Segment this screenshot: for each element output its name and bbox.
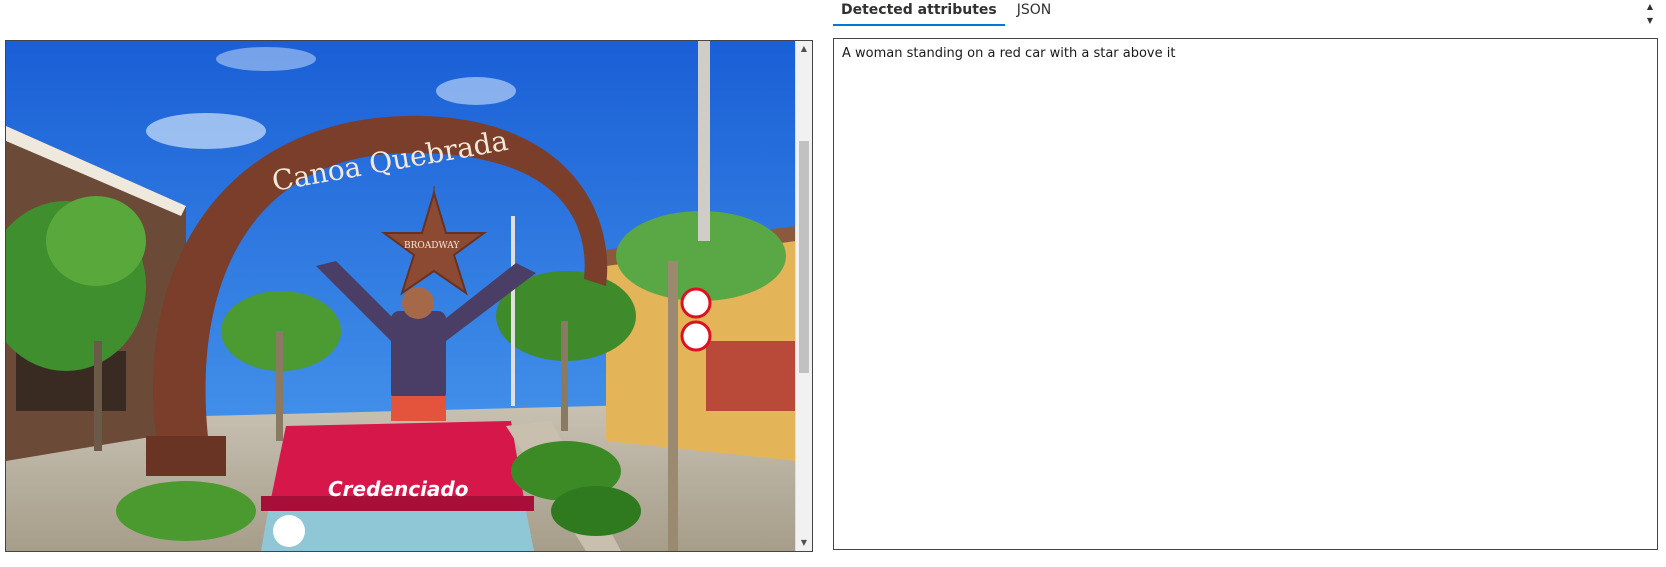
scroll-down-icon[interactable]: ▼: [796, 535, 812, 551]
scroll-up-icon[interactable]: ▲: [1643, 0, 1657, 14]
vehicle-text: Credenciado: [328, 477, 469, 501]
analyzed-photo: Canoa Quebrada BROADWAY Credenciado: [6, 41, 796, 551]
tab-scroller: ▲ ▼: [1643, 0, 1657, 28]
tab-bar: Detected attributes JSON: [833, 0, 1063, 27]
star-text: BROADWAY: [404, 241, 460, 251]
image-scrollbar[interactable]: ▲ ▼: [795, 41, 812, 551]
scrollbar-thumb[interactable]: [799, 141, 809, 373]
caption-text: A woman standing on a red car with a sta…: [842, 46, 1176, 61]
scroll-up-icon[interactable]: ▲: [796, 41, 812, 57]
scroll-down-icon[interactable]: ▼: [1643, 14, 1657, 28]
image-panel: Canoa Quebrada BROADWAY Credenciado ▲ ▼: [5, 40, 813, 552]
tab-json[interactable]: JSON: [1009, 0, 1060, 26]
result-panel: A woman standing on a red car with a sta…: [833, 38, 1658, 550]
tab-detected-attributes[interactable]: Detected attributes: [833, 0, 1005, 26]
